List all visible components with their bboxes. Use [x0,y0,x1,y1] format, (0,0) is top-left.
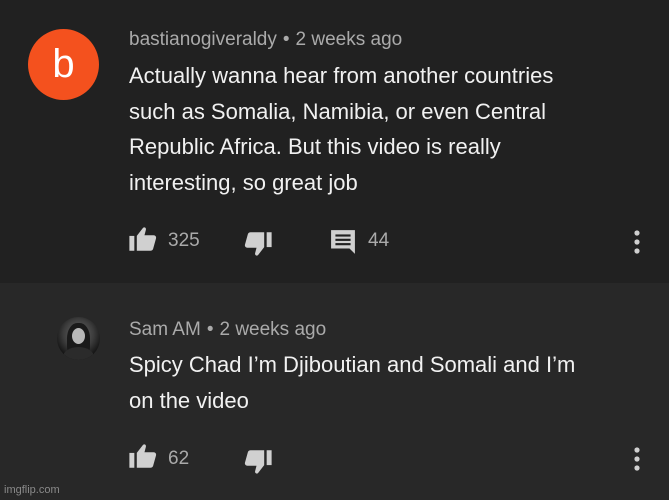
comment-line: interesting, so great job [129,169,358,195]
comment-header: Sam AM • 2 weeks ago [129,319,326,341]
comment-text: Actually wanna hear from another countri… [129,58,649,200]
author-name[interactable]: bastianogiveraldy [129,29,277,50]
comment-line: on the video [129,387,249,413]
more-vert-icon[interactable] [632,446,642,472]
thumb-down-icon[interactable] [243,449,273,475]
separator-dot: • [282,29,290,50]
thumb-down-icon[interactable] [243,231,273,257]
comment-header: bastianogiveraldy • 2 weeks ago [129,29,402,51]
comment-line: such as Somalia, Namibia, or even Centra… [129,98,546,124]
comment-line: Spicy Chad I’m Djiboutian and Somali and… [129,352,576,377]
like-count: 62 [168,448,190,469]
comment-text: Spicy Chad I’m Djiboutian and Somali and… [129,347,649,418]
separator-dot: • [206,319,214,340]
timestamp: 2 weeks ago [219,319,327,340]
comment-line: Republic Africa. But this video is reall… [129,134,501,159]
avatar-face [72,328,85,344]
comment-item: b bastianogiveraldy • 2 weeks ago Actually… [0,0,669,283]
avatar[interactable]: b [28,29,99,100]
thumb-up-icon[interactable] [128,443,158,469]
avatar-shoulders [63,347,94,360]
timestamp: 2 weeks ago [295,29,403,50]
thumb-up-icon[interactable] [128,226,158,252]
comment-line: Actually wanna hear from another countri… [129,63,554,88]
more-vert-icon[interactable] [632,229,642,255]
reply-count: 44 [368,230,390,251]
avatar[interactable] [57,317,100,360]
comment-icon[interactable] [330,229,356,255]
author-name[interactable]: Sam AM [129,319,201,340]
watermark: imgflip.com [4,484,60,496]
like-count: 325 [168,230,200,251]
